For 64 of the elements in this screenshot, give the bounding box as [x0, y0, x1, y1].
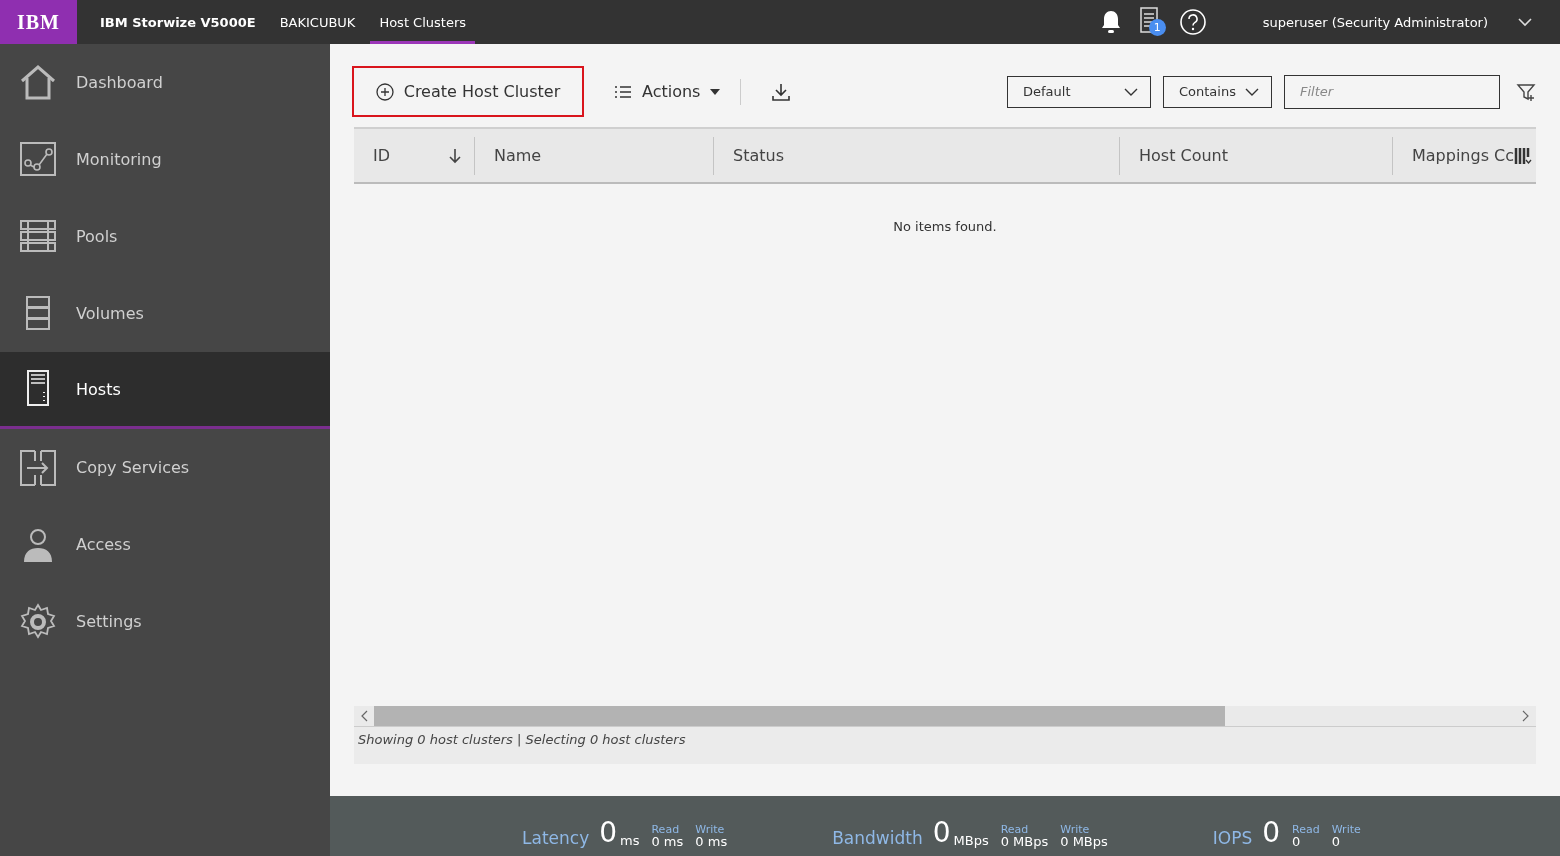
horizontal-scrollbar[interactable]: [354, 706, 1536, 726]
caret-icon: [710, 88, 721, 95]
count-badge: 1: [1148, 19, 1166, 36]
metric-sub-label: Write: [1060, 824, 1091, 836]
column-header[interactable]: Name: [475, 136, 714, 175]
nav-item[interactable]: Dashboard: [0, 44, 330, 121]
filter-plus-icon[interactable]: [1516, 81, 1536, 102]
metric-sub-value: 0 ms: [695, 836, 728, 848]
metric-value: 0: [1262, 818, 1281, 848]
chevron-left-icon[interactable]: [360, 710, 368, 722]
metric-sub-value: 0: [1331, 836, 1341, 848]
metric-unit: MBps: [953, 833, 989, 848]
metric-sub-value: 0 MBps: [1060, 836, 1108, 848]
chevron-down-icon[interactable]: [1518, 17, 1532, 27]
metric-sub-label: Read: [1292, 824, 1320, 836]
metric-sub-label: Read: [1000, 824, 1030, 836]
actions-button[interactable]: Actions: [608, 81, 727, 102]
system-name[interactable]: BAKICUBUK: [279, 0, 356, 44]
column-header[interactable]: Host Count: [1120, 136, 1393, 175]
column-header[interactable]: Mappings Cc: [1393, 136, 1536, 175]
graph-icon: [19, 140, 57, 179]
help-icon[interactable]: [1178, 8, 1207, 36]
scrollbar-thumb[interactable]: [374, 706, 1225, 726]
document-icon: [1138, 6, 1159, 34]
table-status-text: Showing 0 host clusters | Selecting 0 host clusters: [358, 732, 686, 747]
download-icon[interactable]: [771, 81, 792, 102]
metric-unit: ms: [620, 833, 640, 848]
nav-item[interactable]: Copy Services: [0, 429, 330, 506]
dropdown[interactable]: Contains: [1163, 75, 1272, 108]
metric-sub-label: Write: [1331, 824, 1361, 836]
chevron-down-icon: [1245, 87, 1259, 96]
metric-label: IOPS: [1212, 828, 1253, 848]
plus-circle-icon: [375, 82, 394, 101]
metric-sub-label: Read: [651, 824, 681, 836]
metric-value: 0: [599, 818, 618, 848]
nav-item[interactable]: Monitoring: [0, 121, 330, 198]
create-button[interactable]: Create Host Cluster: [352, 66, 584, 117]
metric-sub-value: 0 ms: [651, 836, 684, 848]
nav-item[interactable]: Pools: [0, 198, 330, 275]
metric-sub-value: 0: [1292, 836, 1302, 848]
nav-item[interactable]: Volumes: [0, 275, 330, 352]
logo[interactable]: IBM: [0, 0, 77, 44]
house-icon: [19, 63, 57, 102]
metric-value: 0: [932, 818, 951, 848]
metric-label: Latency: [522, 828, 590, 848]
dropdown[interactable]: Default: [1007, 75, 1151, 108]
filter-field[interactable]: Filter: [1284, 74, 1500, 109]
user-menu[interactable]: superuser (Security Administrator): [1262, 14, 1488, 30]
nav-item[interactable]: Hosts: [0, 352, 330, 429]
metric-sub-label: Write: [695, 824, 726, 836]
metric-sub-value: 0 MBps: [1000, 836, 1049, 848]
metric-label: Bandwidth: [832, 828, 923, 848]
column-header[interactable]: Status: [714, 136, 1120, 175]
column-settings-icon[interactable]: [1514, 146, 1532, 165]
list-icon: [614, 84, 632, 99]
empty-message: No items found.: [893, 219, 997, 236]
gear-icon: [19, 602, 57, 641]
nav-item[interactable]: Settings: [0, 583, 330, 660]
product-name: IBM Storwize V5000E: [100, 14, 256, 30]
chevron-right-icon[interactable]: [1522, 710, 1530, 722]
column-header[interactable]: ID: [354, 136, 475, 175]
nav-item[interactable]: Access: [0, 506, 330, 583]
copy-arrow-icon: [19, 448, 57, 487]
chevron-down-icon: [1124, 87, 1138, 96]
